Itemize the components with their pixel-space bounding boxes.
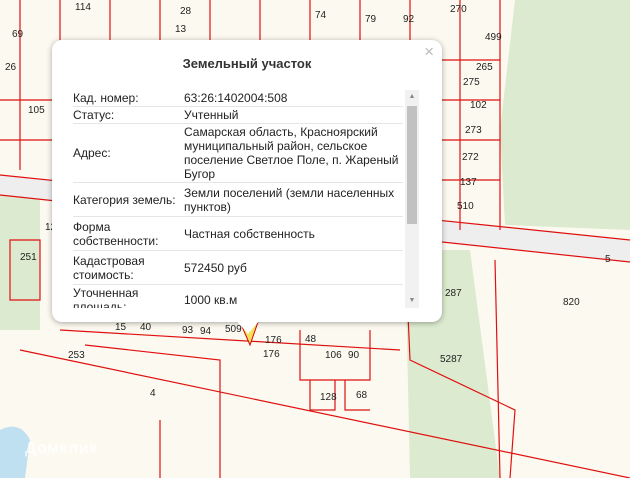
info-row: Кадастровая стоимость: 572450 руб	[73, 251, 403, 285]
scrollbar-thumb[interactable]	[407, 106, 417, 224]
parcel-label[interactable]: 40	[140, 322, 152, 333]
parcel-label[interactable]: 5287	[440, 354, 463, 365]
parcel-label[interactable]: 820	[563, 297, 580, 308]
parcel-label[interactable]: 287	[445, 288, 462, 299]
parcel-label[interactable]: 137	[460, 177, 477, 188]
info-value: 572450 руб	[181, 251, 403, 285]
popup-title: Земельный участок	[182, 56, 312, 71]
info-row: Форма собственности: Частная собственност…	[73, 217, 403, 251]
parcel-label[interactable]: 176	[265, 335, 282, 346]
parcel-label[interactable]: 105	[28, 105, 45, 116]
parcel-label[interactable]: 4	[150, 388, 156, 399]
parcel-label[interactable]: 68	[356, 390, 368, 401]
info-value: Частная собственность	[181, 217, 403, 251]
info-table: Кад. номер: 63:26:1402004:508 Статус: Учтен…	[73, 90, 403, 308]
parcel-label[interactable]: 13	[175, 24, 187, 35]
parcel-label[interactable]: 106	[325, 350, 342, 361]
parcel-label[interactable]: 48	[305, 334, 317, 345]
parcel-label[interactable]: 102	[470, 100, 487, 111]
info-label: Уточненная площадь:	[73, 285, 181, 308]
scrollbar[interactable]: ▲ ▼	[405, 90, 419, 308]
parcel-label[interactable]: 270	[450, 4, 467, 15]
info-label: Категория земель:	[73, 183, 181, 217]
info-label: Адрес:	[73, 124, 181, 183]
parcel-label[interactable]: 90	[348, 350, 360, 361]
parcel-label[interactable]: 273	[465, 125, 482, 136]
parcel-label[interactable]: 272	[462, 152, 479, 163]
parcel-label[interactable]: 176	[263, 349, 280, 360]
parcel-label[interactable]: 251	[20, 252, 37, 263]
scroll-up-icon[interactable]: ▲	[405, 90, 419, 104]
info-table-scroll[interactable]: Кад. номер: 63:26:1402004:508 Статус: Учтен…	[73, 90, 403, 308]
parcel-label[interactable]: 275	[463, 77, 480, 88]
parcel-label[interactable]: 5	[605, 254, 611, 265]
info-value: Земли поселений (земли населенных пункто…	[181, 183, 403, 217]
info-row: Категория земель: Земли поселений (земли …	[73, 183, 403, 217]
parcel-label[interactable]: 92	[403, 14, 415, 25]
parcel-info-popup: × Земельный участок Кад. номер: 63:26:140…	[52, 40, 442, 322]
info-label: Статус:	[73, 107, 181, 124]
popup-pointer	[236, 320, 260, 334]
scroll-down-icon[interactable]: ▼	[405, 294, 419, 308]
parcel-label[interactable]: 265	[476, 62, 493, 73]
parcel-label[interactable]: 93	[182, 325, 194, 336]
info-label: Кад. номер:	[73, 90, 181, 107]
info-value: 63:26:1402004:508	[181, 90, 403, 107]
parcel-label[interactable]: 15	[115, 322, 127, 333]
parcel-label[interactable]: 74	[315, 10, 327, 21]
info-row: Уточненная площадь: 1000 кв.м	[73, 285, 403, 308]
parcel-label[interactable]: 128	[320, 392, 337, 403]
parcel-label[interactable]: 253	[68, 350, 85, 361]
parcel-label[interactable]: 28	[180, 6, 192, 17]
parcel-label[interactable]: 26	[5, 62, 17, 73]
parcel-label[interactable]: 114	[75, 2, 91, 13]
parcel-label[interactable]: 510	[457, 201, 474, 212]
parcel-label[interactable]: 94	[200, 326, 212, 337]
info-row: Статус: Учтенный	[73, 107, 403, 124]
info-row: Кад. номер: 63:26:1402004:508	[73, 90, 403, 107]
parcel-label[interactable]: 499	[485, 32, 502, 43]
parcel-label[interactable]: 79	[365, 14, 377, 25]
info-row: Адрес: Самарская область, Красноярский му…	[73, 124, 403, 183]
info-label: Кадастровая стоимость:	[73, 251, 181, 285]
domclick-watermark: Домклик	[25, 440, 98, 457]
info-value: 1000 кв.м	[181, 285, 403, 308]
info-value: Самарская область, Красноярский муниципа…	[181, 124, 403, 183]
parcel-label[interactable]: 69	[12, 29, 24, 40]
info-value: Учтенный	[181, 107, 403, 124]
info-label: Форма собственности:	[73, 217, 181, 251]
